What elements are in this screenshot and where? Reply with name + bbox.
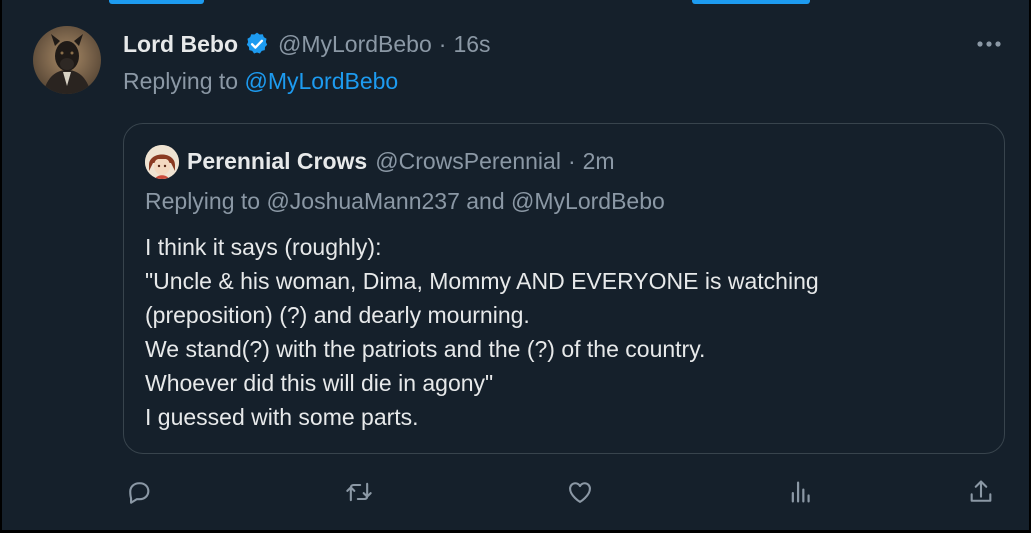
replying-to: Replying to @MyLordBebo (123, 68, 398, 95)
more-horizontal-icon[interactable] (972, 34, 1006, 54)
tweet-header: Lord Bebo @MyLordBebo · 16s (123, 29, 491, 59)
share-icon (970, 480, 992, 502)
separator-dot: · (438, 30, 447, 57)
views-icon (791, 481, 810, 503)
quoted-text-line: I guessed with some parts. (145, 404, 419, 430)
replying-to-link[interactable]: @MyLordBebo (244, 68, 398, 94)
quoted-author-handle[interactable]: @CrowsPerennial (375, 148, 561, 175)
top-highlight-left (109, 0, 204, 4)
quoted-text-line: (preposition) (?) and dearly mourning. (145, 302, 530, 328)
top-highlight-right (692, 0, 810, 4)
quoted-replying-to: Replying to @JoshuaMann237 and @MyLordBe… (145, 188, 665, 214)
quoted-text-line: We stand(?) with the patriots and the (?… (145, 336, 706, 362)
verified-badge-icon (244, 31, 270, 57)
reply-button[interactable] (123, 476, 155, 508)
retweet-icon (346, 482, 372, 502)
retweet-button[interactable] (343, 476, 375, 508)
quoted-header: Perennial Crows @CrowsPerennial · 2m (187, 146, 615, 176)
quoted-tweet-text: I think it says (roughly): "Uncle & his … (145, 230, 985, 434)
quoted-separator-dot: · (567, 147, 576, 174)
quoted-text-line: Whoever did this will die in agony" (145, 370, 494, 396)
timestamp[interactable]: 16s (453, 31, 490, 58)
author-avatar[interactable] (33, 26, 101, 94)
author-name[interactable]: Lord Bebo (123, 31, 238, 58)
views-button[interactable] (785, 476, 817, 508)
quoted-text-line: I think it says (roughly): (145, 234, 382, 260)
tweet-card: Lord Bebo @MyLordBebo · 16s Replying to … (0, 0, 1031, 533)
quoted-author-avatar (145, 145, 179, 179)
quoted-text-line: "Uncle & his woman, Dima, Mommy AND EVER… (145, 268, 819, 294)
replying-prefix: Replying to (123, 68, 239, 94)
share-button[interactable] (965, 476, 997, 508)
like-button[interactable] (564, 476, 596, 508)
quoted-tweet[interactable]: Perennial Crows @CrowsPerennial · 2m Rep… (123, 123, 1005, 454)
quoted-author-name[interactable]: Perennial Crows (187, 148, 367, 175)
heart-icon (569, 482, 591, 503)
author-handle[interactable]: @MyLordBebo (278, 31, 432, 58)
reply-icon (129, 482, 150, 504)
action-bar (2, 470, 1031, 514)
quoted-timestamp[interactable]: 2m (583, 148, 615, 175)
